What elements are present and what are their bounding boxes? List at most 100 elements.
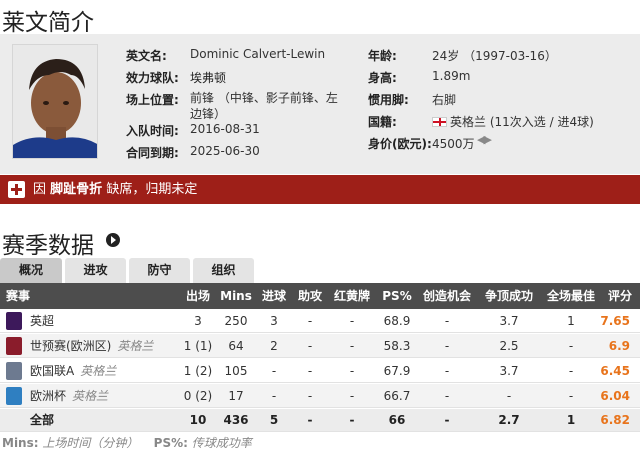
assists-cell: -: [307, 364, 313, 378]
player-info-panel: 英文名: Dominic Calvert-Lewin 效力球队: 埃弗顿 场上位…: [0, 34, 640, 174]
england-flag-icon: [432, 117, 447, 127]
euro-cup-icon: [6, 387, 22, 405]
header-motm[interactable]: 全场最佳: [547, 283, 595, 309]
field-label-height: 身高:: [368, 71, 397, 85]
nations-league-icon: [6, 362, 22, 380]
motm-cell: -: [568, 339, 574, 353]
field-label-market-value: 身价(欧元):: [368, 137, 432, 151]
tab-attack[interactable]: 进攻: [65, 258, 126, 283]
field-label-position: 场上位置:: [126, 93, 179, 107]
competition-name[interactable]: 世预赛(欧洲区): [30, 339, 111, 353]
header-aerials[interactable]: 争顶成功: [485, 283, 533, 309]
competition-name[interactable]: 欧洲杯: [30, 389, 66, 403]
field-label-join-date: 入队时间:: [126, 124, 179, 138]
apps-cell: 1 (1): [183, 339, 213, 353]
rating-cell: 6.04: [600, 389, 630, 403]
competition-name[interactable]: 英超: [30, 314, 54, 328]
cards-cell: -: [349, 339, 355, 353]
field-label-english-name: 英文名:: [126, 49, 167, 63]
profile-title: 莱文简介: [2, 10, 94, 36]
field-value-nationality: 英格兰 (11次入选 / 进4球): [432, 113, 594, 130]
world-cup-qualifiers-icon: [6, 337, 22, 355]
field-value-foot: 右脚: [432, 93, 457, 107]
apps-cell: 1 (2): [183, 364, 213, 378]
country-name: 英格兰: [117, 339, 154, 353]
rating-cell: 6.9: [608, 339, 630, 353]
pass-pct-cell: 67.9: [383, 364, 411, 378]
key-passes-cell: -: [444, 314, 450, 328]
premier-league-icon: [6, 312, 22, 330]
injury-reason: 脚趾骨折: [50, 182, 103, 197]
aerials-cell: 3.7: [499, 314, 519, 328]
goals-cell: -: [271, 364, 277, 378]
goals-cell: 5: [269, 413, 279, 427]
motm-cell: -: [568, 364, 574, 378]
mins-cell: 64: [228, 339, 244, 353]
goals-cell: 3: [270, 314, 278, 328]
mins-cell: 250: [224, 314, 248, 328]
mins-cell: 17: [228, 389, 244, 403]
apps-cell: 0 (2): [183, 389, 213, 403]
rating-cell: 7.65: [600, 314, 630, 328]
value-trend-arrows-icon[interactable]: ◀▶: [477, 133, 492, 146]
key-passes-cell: -: [444, 339, 450, 353]
goals-cell: 2: [270, 339, 278, 353]
competition-name[interactable]: 欧国联A: [30, 364, 74, 378]
arrow-right-circle-icon[interactable]: [106, 233, 120, 247]
field-value-english-name: Dominic Calvert-Lewin: [190, 47, 326, 61]
season-stats-title: 赛季数据: [2, 233, 94, 259]
injury-banner: 因 脚趾骨折 缺席，归期未定: [0, 175, 640, 204]
assists-cell: -: [307, 413, 313, 427]
assists-cell: -: [307, 339, 313, 353]
injury-text: 因 脚趾骨折 缺席，归期未定: [33, 182, 198, 197]
pass-pct-cell: 68.9: [383, 314, 411, 328]
nationality-caps: (11次入选 / 进4球): [489, 115, 594, 129]
table-footnote: Mins: 上场时间（分钟） PS%: 传球成功率: [2, 436, 252, 450]
cards-cell: -: [349, 314, 355, 328]
header-assists[interactable]: 助攻: [298, 283, 322, 309]
tab-organization[interactable]: 组织: [193, 258, 254, 283]
rating-cell: 6.82: [600, 413, 630, 427]
total-label: 全部: [30, 413, 55, 427]
pass-pct-cell: 58.3: [383, 339, 411, 353]
motm-cell: 1: [566, 413, 576, 427]
assists-cell: -: [307, 389, 313, 403]
assists-cell: -: [307, 314, 313, 328]
table-row: 欧洲杯 英格兰 0 (2) 17 - - - 66.7 - - - 6.04: [0, 384, 640, 408]
aerials-cell: 2.7: [498, 413, 520, 427]
header-cards[interactable]: 红黄牌: [334, 283, 370, 309]
motm-cell: 1: [567, 314, 575, 328]
country-name: 英格兰: [80, 364, 117, 378]
tab-overview[interactable]: 概况: [0, 258, 62, 283]
header-pass-pct[interactable]: PS%: [382, 283, 411, 309]
field-label-age: 年龄:: [368, 49, 397, 63]
cards-cell: -: [349, 413, 355, 427]
field-value-club[interactable]: 埃弗顿: [190, 69, 226, 86]
tab-defense[interactable]: 防守: [129, 258, 190, 283]
field-value-position: 前锋 （中锋、影子前锋、左边锋）: [190, 91, 338, 121]
player-photo: [12, 44, 98, 159]
header-apps[interactable]: 出场: [186, 283, 210, 309]
field-label-club: 效力球队:: [126, 71, 179, 85]
apps-cell: 3: [194, 314, 202, 328]
medical-cross-icon: [8, 181, 25, 198]
header-key-passes[interactable]: 创造机会: [423, 283, 471, 309]
header-competition: 赛事: [6, 289, 31, 303]
field-value-market-value: 4500万: [432, 137, 475, 151]
nationality-name[interactable]: 英格兰: [450, 115, 486, 129]
field-label-contract: 合同到期:: [126, 146, 179, 160]
table-row: 世预赛(欧洲区) 英格兰 1 (1) 64 2 - - 58.3 - 2.5 - …: [0, 334, 640, 358]
header-mins[interactable]: Mins: [220, 283, 252, 309]
stats-table-header: 赛事 出场 Mins 进球 助攻 红黄牌 PS% 创造机会 争顶成功 全场最佳 …: [0, 283, 640, 309]
key-passes-cell: -: [444, 364, 450, 378]
mins-cell: 105: [224, 364, 248, 378]
rating-cell: 6.45: [600, 364, 630, 378]
header-rating[interactable]: 评分: [608, 283, 632, 309]
header-goals[interactable]: 进球: [262, 283, 286, 309]
cards-cell: -: [349, 389, 355, 403]
cards-cell: -: [349, 364, 355, 378]
apps-cell: 10: [189, 413, 207, 427]
field-value-contract: 2025-06-30: [190, 144, 260, 158]
field-label-foot: 惯用脚:: [368, 93, 409, 107]
field-value-age: 24岁 （1997-03-16）: [432, 49, 557, 63]
